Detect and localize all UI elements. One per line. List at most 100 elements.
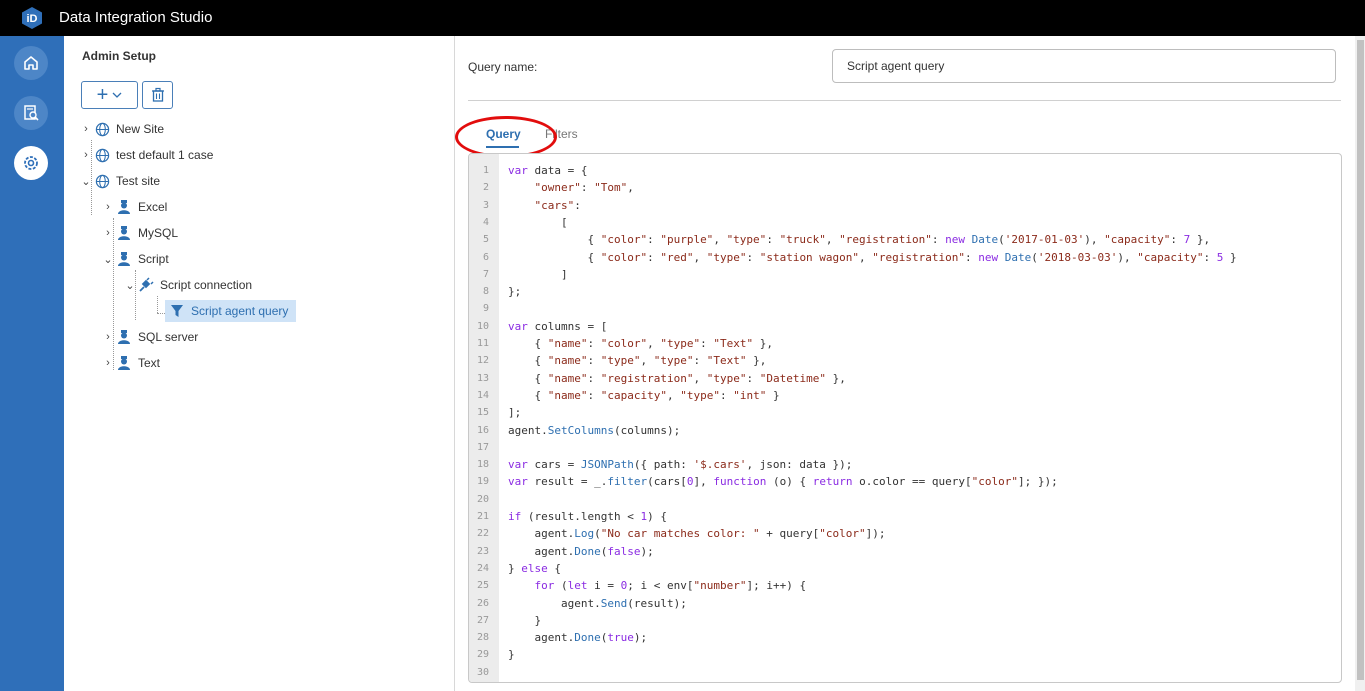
- line-number: 15: [476, 407, 489, 419]
- globe-icon: [93, 120, 111, 138]
- chevron-down-icon[interactable]: ⌄: [79, 175, 93, 188]
- code-line[interactable]: ];: [508, 406, 521, 419]
- code-line[interactable]: { "color": "purple", "type": "truck", "r…: [508, 233, 1210, 246]
- chevron-down-icon: [112, 92, 122, 98]
- admin-setup-panel: Admin Setup + › New Site › test default …: [64, 36, 455, 691]
- divider: [468, 100, 1341, 101]
- line-number: 18: [476, 459, 489, 471]
- tree-node-label: Script: [138, 252, 169, 266]
- line-number: 9: [482, 303, 489, 315]
- code-line[interactable]: "cars":: [508, 199, 581, 212]
- query-name-label: Query name:: [468, 60, 538, 74]
- tree-node-test-default-1-case[interactable]: › test default 1 case: [79, 144, 213, 166]
- code-line[interactable]: agent.Done(true);: [508, 631, 647, 644]
- line-number: 16: [476, 424, 489, 436]
- line-number: 25: [476, 580, 489, 592]
- agent-icon: [115, 250, 133, 268]
- line-number: 5: [482, 234, 489, 246]
- tree-node-label: New Site: [116, 122, 165, 136]
- tree-node-label: Script agent query: [191, 304, 289, 318]
- code-line[interactable]: agent.SetColumns(columns);: [508, 424, 680, 437]
- tree-node-text[interactable]: › Text: [101, 352, 160, 374]
- chevron-down-icon[interactable]: ⌄: [101, 253, 115, 266]
- delete-button[interactable]: [142, 81, 173, 109]
- line-number: 17: [476, 441, 489, 453]
- code-line[interactable]: agent.Log("No car matches color: " + que…: [508, 527, 885, 540]
- code-line[interactable]: ]: [508, 268, 568, 281]
- home-button[interactable]: [14, 46, 48, 80]
- line-number: 30: [476, 666, 489, 678]
- trash-icon: [151, 87, 164, 102]
- scrollbar-thumb[interactable]: [1357, 40, 1364, 680]
- tree-node-label: test default 1 case: [116, 148, 214, 162]
- line-number: 11: [476, 338, 489, 349]
- admin-setup-button[interactable]: [14, 146, 48, 180]
- line-number: 7: [482, 268, 489, 280]
- line-number: 2: [482, 182, 489, 194]
- plus-icon: +: [96, 84, 109, 106]
- app-logo-icon: iD: [22, 7, 42, 29]
- chevron-right-icon[interactable]: ›: [79, 149, 93, 161]
- code-line[interactable]: var cars = JSONPath({ path: '$.cars', js…: [508, 458, 852, 471]
- tree-node-mysql[interactable]: › MySQL: [101, 222, 178, 244]
- tree-node-label: SQL server: [138, 330, 199, 344]
- chevron-right-icon[interactable]: ›: [101, 227, 115, 239]
- code-line[interactable]: agent.Done(false);: [508, 545, 653, 558]
- tree-node-sql-server[interactable]: › SQL server: [101, 326, 198, 348]
- code-editor[interactable]: 1 2 3 4 5 6 7 8 9 10 11 12 13 14 15 16 17 18 19 20 21 22 23 24 2…: [468, 153, 1342, 683]
- code-line[interactable]: { "name": "type", "type": "Text" },: [508, 354, 766, 367]
- tree-node-new-site[interactable]: › New Site: [79, 118, 164, 140]
- code-line[interactable]: var columns = [: [508, 320, 607, 333]
- chevron-down-icon[interactable]: ⌄: [123, 279, 137, 292]
- globe-icon: [93, 146, 111, 164]
- code-line[interactable]: { "name": "color", "type": "Text" },: [508, 337, 773, 350]
- filter-icon: [168, 302, 186, 320]
- chevron-right-icon[interactable]: ›: [101, 331, 115, 343]
- agent-icon: [115, 198, 133, 216]
- chevron-right-icon[interactable]: ›: [101, 357, 115, 369]
- tree-node-label: Script connection: [160, 278, 253, 292]
- code-line[interactable]: for (let i = 0; i < env["number"]; i++) …: [508, 579, 807, 592]
- line-number: 4: [482, 216, 489, 228]
- code-line[interactable]: var result = _.filter(cars[0], function …: [508, 475, 1058, 488]
- code-line[interactable]: [: [508, 216, 568, 229]
- line-number: 14: [476, 389, 489, 401]
- tree-node-label: MySQL: [138, 226, 179, 240]
- plug-icon: [137, 276, 155, 294]
- code-line[interactable]: agent.Send(result);: [508, 597, 687, 610]
- line-number: 27: [476, 614, 489, 626]
- code-line[interactable]: }: [508, 648, 515, 661]
- code-line[interactable]: { "name": "capacity", "type": "int" }: [508, 389, 779, 402]
- left-navigation-rail: [0, 36, 64, 691]
- highlight-annotation-circle: [455, 116, 557, 158]
- tree-node-excel[interactable]: › Excel: [101, 196, 167, 218]
- tree-node-script[interactable]: ⌄ Script: [101, 248, 169, 270]
- query-editor-panel: Query name: Query Filters 12345678910111…: [455, 36, 1355, 691]
- code-line[interactable]: } else {: [508, 562, 561, 575]
- code-line[interactable]: };: [508, 285, 521, 298]
- code-line[interactable]: var data = {: [508, 164, 587, 177]
- line-number: 26: [476, 597, 489, 609]
- reports-button[interactable]: [14, 96, 48, 130]
- chevron-right-icon[interactable]: ›: [79, 123, 93, 135]
- code-line[interactable]: }: [508, 614, 541, 627]
- tree-node-script-connection[interactable]: ⌄ Script connection: [123, 274, 252, 296]
- code-line[interactable]: { "name": "registration", "type": "Datet…: [508, 372, 845, 385]
- code-line[interactable]: if (result.length < 1) {: [508, 510, 667, 523]
- globe-icon: [93, 172, 111, 190]
- query-name-input[interactable]: [832, 49, 1336, 83]
- tree-node-test-site[interactable]: ⌄ Test site: [79, 170, 160, 192]
- line-number: 10: [476, 320, 489, 332]
- chevron-right-icon[interactable]: ›: [101, 201, 115, 213]
- tree-node-script-agent-query[interactable]: Script agent query: [165, 300, 296, 322]
- line-number: 22: [476, 528, 489, 540]
- code-line[interactable]: { "color": "red", "type": "station wagon…: [508, 251, 1236, 264]
- add-dropdown-button[interactable]: +: [81, 81, 138, 109]
- line-number: 8: [482, 286, 489, 298]
- line-number: 21: [476, 511, 489, 522]
- line-number: 3: [482, 199, 489, 211]
- line-number: 1: [482, 165, 489, 176]
- code-line[interactable]: "owner": "Tom",: [508, 181, 634, 194]
- line-number: 19: [476, 476, 489, 488]
- tree-connector: [157, 296, 158, 313]
